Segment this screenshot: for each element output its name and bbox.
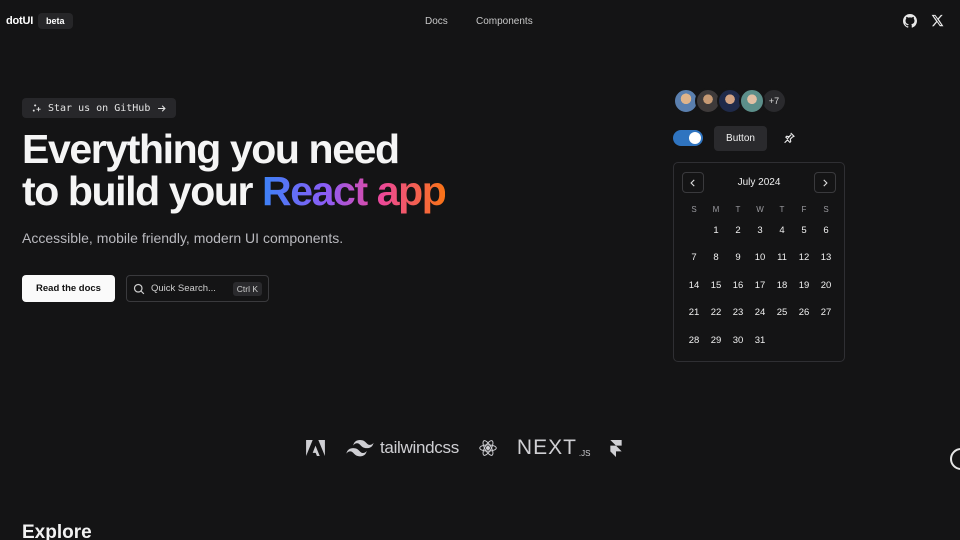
next-js-suffix: .JS [578, 448, 591, 458]
calendar-day[interactable]: 14 [683, 272, 705, 299]
hero-title-gradient: React app [262, 168, 447, 214]
calendar: July 2024 S M T W T F S 1 2 3 4 5 6 7 8 9 10 11 12 13 14 15 16… [673, 162, 845, 362]
avatar[interactable] [739, 88, 765, 114]
calendar-day[interactable]: 9 [727, 244, 749, 271]
adobe-icon [306, 440, 325, 456]
calendar-day[interactable]: 28 [683, 327, 705, 354]
hero-subtitle: Accessible, mobile friendly, modern UI c… [22, 230, 344, 246]
nav-components-link[interactable]: Components [476, 16, 533, 27]
calendar-next-button[interactable] [814, 172, 836, 193]
calendar-day[interactable]: 11 [771, 244, 793, 271]
calendar-weekday: T [735, 205, 741, 214]
quick-search-button[interactable]: Quick Search... Ctrl K [126, 275, 269, 302]
calendar-weekday: W [756, 205, 764, 214]
framer-icon [610, 439, 623, 457]
calendar-day[interactable]: 1 [705, 217, 727, 244]
x-icon[interactable] [931, 14, 945, 28]
calendar-day[interactable]: 7 [683, 244, 705, 271]
calendar-day[interactable]: 26 [793, 299, 815, 326]
calendar-weekday: M [712, 205, 720, 214]
calendar-day[interactable]: 20 [815, 272, 837, 299]
star-github-label: Star us on GitHub [48, 102, 151, 114]
chevron-left-icon [690, 178, 695, 187]
search-placeholder: Quick Search... [151, 283, 216, 294]
calendar-day[interactable]: 17 [749, 272, 771, 299]
calendar-day[interactable]: 4 [771, 217, 793, 244]
calendar-day[interactable]: 6 [815, 217, 837, 244]
search-icon [133, 283, 145, 294]
floating-button[interactable] [950, 448, 960, 470]
calendar-day[interactable]: 25 [771, 299, 793, 326]
demo-switch[interactable] [673, 130, 703, 146]
explore-heading: Explore [22, 522, 92, 540]
search-shortcut: Ctrl K [232, 281, 262, 296]
tailwind-wordmark: tailwindcss [380, 438, 459, 457]
calendar-day[interactable]: 23 [727, 299, 749, 326]
calendar-weekday: S [691, 205, 697, 214]
calendar-day[interactable]: 16 [727, 272, 749, 299]
tech-logos: tailwindcss NEXT .JS [306, 436, 623, 460]
calendar-blank [683, 217, 705, 244]
hero-title-line1: Everything you need [22, 126, 400, 172]
calendar-day[interactable]: 3 [749, 217, 771, 244]
calendar-day[interactable]: 31 [749, 327, 771, 354]
avatar-group: +7 [673, 88, 787, 114]
sparkle-icon [32, 103, 41, 112]
calendar-day[interactable]: 13 [815, 244, 837, 271]
calendar-prev-button[interactable] [682, 172, 704, 193]
calendar-weekday: F [801, 205, 807, 214]
calendar-day[interactable]: 24 [749, 299, 771, 326]
calendar-day[interactable]: 30 [727, 327, 749, 354]
calendar-day[interactable]: 18 [771, 272, 793, 299]
calendar-day[interactable]: 12 [793, 244, 815, 271]
tailwind-icon [346, 439, 374, 456]
chevron-right-icon [823, 178, 828, 187]
pin-icon[interactable] [783, 131, 797, 145]
next-wordmark: NEXT [516, 436, 577, 459]
hero-title: Everything you need to build your React … [22, 126, 447, 214]
calendar-day[interactable]: 5 [793, 217, 815, 244]
demo-button[interactable]: Button [714, 126, 767, 151]
github-icon[interactable] [903, 14, 918, 28]
calendar-day[interactable]: 29 [705, 327, 727, 354]
arrow-right-icon [158, 104, 167, 112]
calendar-day[interactable]: 15 [705, 272, 727, 299]
calendar-day[interactable]: 27 [815, 299, 837, 326]
calendar-grid: S M T W T F S 1 2 3 4 5 6 7 8 9 10 11 12 13 14 15 16 17 18 19 20 21… [683, 203, 837, 354]
calendar-day[interactable]: 10 [749, 244, 771, 271]
read-docs-button[interactable]: Read the docs [22, 275, 115, 302]
switch-knob [689, 132, 701, 144]
calendar-day[interactable]: 19 [793, 272, 815, 299]
star-github-link[interactable]: Star us on GitHub [22, 98, 177, 118]
beta-badge: beta [38, 13, 73, 29]
calendar-day[interactable]: 2 [727, 217, 749, 244]
nav-docs-link[interactable]: Docs [425, 16, 448, 27]
hero-title-line2: to build your [22, 168, 253, 214]
calendar-day[interactable]: 8 [705, 244, 727, 271]
calendar-day[interactable]: 21 [683, 299, 705, 326]
calendar-day[interactable]: 22 [705, 299, 727, 326]
calendar-weekday: T [779, 205, 785, 214]
react-icon [479, 440, 497, 456]
logo[interactable]: dotUI [6, 15, 33, 27]
calendar-weekday: S [823, 205, 829, 214]
